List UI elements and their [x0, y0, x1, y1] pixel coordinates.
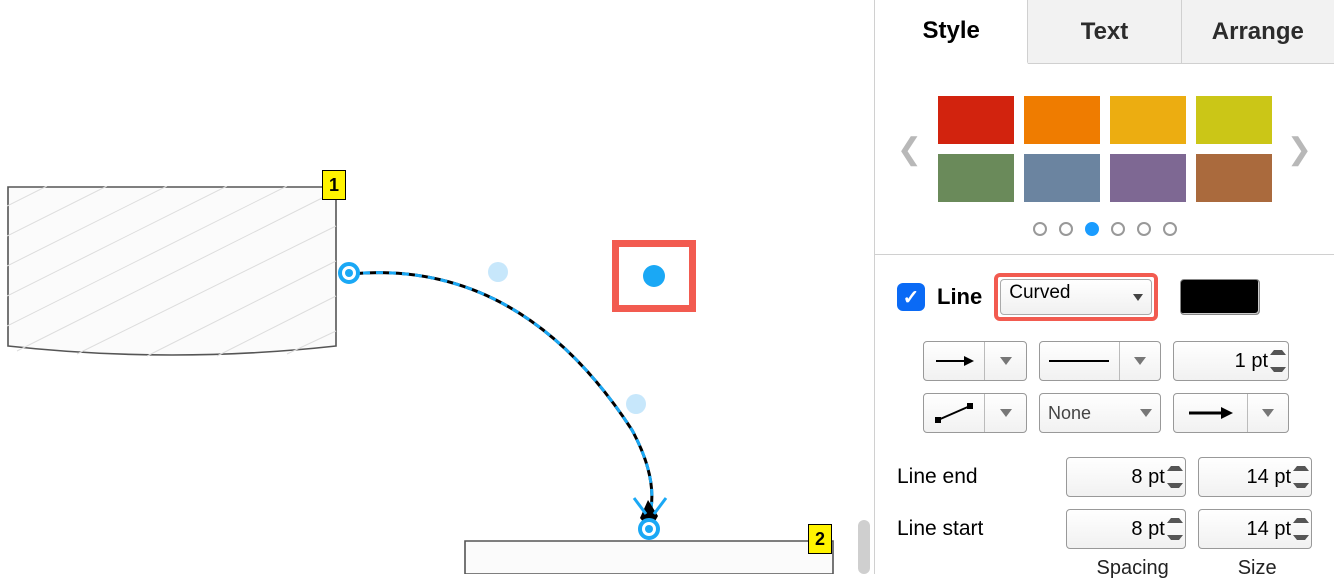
color-palette: ❮ ❯: [875, 64, 1334, 212]
stepper-icon[interactable]: [1293, 512, 1309, 546]
line-label: Line: [937, 284, 982, 310]
swatch-1[interactable]: [1024, 96, 1100, 144]
swatch-0[interactable]: [938, 96, 1014, 144]
shape-label-2: 2: [808, 524, 832, 554]
line-end-size-input[interactable]: 14 pt: [1198, 457, 1312, 497]
swatch-2[interactable]: [1110, 96, 1186, 144]
tutorial-highlight-curve-select: Curved: [994, 273, 1158, 321]
line-dash-value: None: [1048, 403, 1091, 424]
arrow-right-icon: [1174, 394, 1247, 432]
line-end-arrow-button[interactable]: [1173, 393, 1289, 433]
chevron-down-icon[interactable]: [1247, 394, 1288, 432]
line-diagonal-icon: [924, 394, 984, 432]
stepper-icon[interactable]: [1293, 460, 1309, 494]
diagram-canvas[interactable]: 1 2: [0, 0, 870, 574]
palette-dot-4[interactable]: [1137, 222, 1151, 236]
canvas-shape-1[interactable]: [7, 186, 337, 360]
chevron-down-icon: [1140, 409, 1152, 417]
spacing-sublabel: Spacing: [1075, 557, 1190, 580]
line-end-spacing-input[interactable]: 8 pt: [1066, 457, 1186, 497]
chevron-down-icon[interactable]: [984, 394, 1026, 432]
shape-label-1: 1: [322, 170, 346, 200]
line-start-spacing-input[interactable]: 8 pt: [1066, 509, 1186, 549]
arrow-right-icon: [924, 342, 984, 380]
tutorial-highlight-waypoint: [612, 240, 696, 312]
line-thickness-input[interactable]: 1 pt: [1173, 341, 1289, 381]
palette-dot-1[interactable]: [1059, 222, 1073, 236]
chevron-down-icon[interactable]: [1119, 342, 1160, 380]
line-start-size-input[interactable]: 14 pt: [1198, 509, 1312, 549]
palette-dot-5[interactable]: [1163, 222, 1177, 236]
bezier-handle-2[interactable]: [626, 394, 646, 414]
tab-text[interactable]: Text: [1028, 0, 1181, 63]
line-color-swatch[interactable]: [1180, 279, 1260, 315]
line-dash-select[interactable]: None: [1039, 393, 1161, 433]
line-start-spacing-value: 8 pt: [1131, 518, 1164, 541]
chevron-down-icon[interactable]: [984, 342, 1026, 380]
line-start-arrow-button[interactable]: [923, 341, 1027, 381]
line-end-size-value: 14 pt: [1247, 466, 1291, 489]
line-end-spacing-value: 8 pt: [1131, 466, 1164, 489]
stepper-icon[interactable]: [1167, 460, 1183, 494]
swatch-4[interactable]: [938, 154, 1014, 202]
line-checkbox[interactable]: ✓: [897, 283, 925, 311]
palette-swatches: [938, 96, 1272, 202]
palette-pagination: [875, 212, 1334, 254]
line-start-size-value: 14 pt: [1247, 518, 1291, 541]
line-style-select[interactable]: Curved: [1000, 279, 1152, 315]
palette-dot-0[interactable]: [1033, 222, 1047, 236]
line-solid-icon: [1040, 342, 1119, 380]
vertical-scrollbar[interactable]: [858, 520, 870, 574]
line-end-label: Line end: [897, 465, 1054, 489]
tab-style[interactable]: Style: [875, 0, 1028, 64]
connector-end-endpoint[interactable]: [638, 518, 660, 540]
palette-dot-2[interactable]: [1085, 222, 1099, 236]
line-section-header: ✓ Line Curved: [875, 255, 1334, 335]
swatch-6[interactable]: [1110, 154, 1186, 202]
palette-dot-3[interactable]: [1111, 222, 1125, 236]
line-thickness-value: 1 pt: [1235, 350, 1268, 373]
sublabel-row: Spacing Size: [875, 555, 1334, 580]
line-pattern-button[interactable]: [1039, 341, 1161, 381]
palette-prev-icon[interactable]: ❮: [895, 132, 925, 167]
swatch-7[interactable]: [1196, 154, 1272, 202]
waypoint-style-button[interactable]: [923, 393, 1027, 433]
stepper-icon[interactable]: [1270, 344, 1286, 378]
swatch-5[interactable]: [1024, 154, 1100, 202]
format-panel: Style Text Arrange ❮ ❯ ✓ Line Curved: [874, 0, 1334, 574]
swatch-3[interactable]: [1196, 96, 1272, 144]
bezier-handle-1[interactable]: [488, 262, 508, 282]
canvas-shape-2[interactable]: [464, 540, 834, 574]
size-sublabel: Size: [1202, 557, 1312, 580]
palette-next-icon[interactable]: ❯: [1285, 132, 1315, 167]
connector-start-endpoint[interactable]: [338, 262, 360, 284]
tab-arrange[interactable]: Arrange: [1182, 0, 1334, 63]
stepper-icon[interactable]: [1167, 512, 1183, 546]
panel-tabs: Style Text Arrange: [875, 0, 1334, 64]
line-start-label: Line start: [897, 517, 1054, 541]
